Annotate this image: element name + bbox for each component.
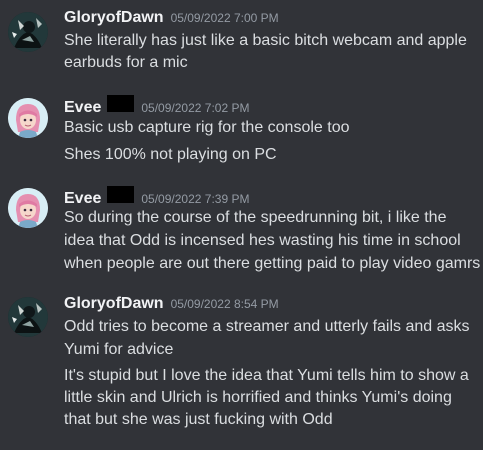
username[interactable]: Evee <box>64 190 101 208</box>
username[interactable]: Evee <box>64 99 101 117</box>
message-text: earbuds for a mic <box>64 54 188 71</box>
timestamp[interactable]: 05/09/2022 7:02 PM <box>141 101 249 115</box>
pink-hair-girl-avatar-icon <box>8 98 48 138</box>
avatar[interactable] <box>8 12 48 52</box>
avatar[interactable] <box>8 297 48 337</box>
timestamp[interactable]: 05/09/2022 7:00 PM <box>171 11 279 25</box>
timestamp[interactable]: 05/09/2022 8:54 PM <box>171 297 279 311</box>
dark-figure-avatar-icon <box>8 297 48 337</box>
username[interactable]: GloryofDawn <box>64 295 164 313</box>
message-text: idea that Odd is incensed hes wasting hi… <box>64 232 461 249</box>
redaction-bar <box>107 186 135 203</box>
message-text: Shes 100% not playing on PC <box>64 146 277 163</box>
message-text: She literally has just like a basic bitc… <box>64 32 467 49</box>
avatar[interactable] <box>8 98 48 138</box>
avatar[interactable] <box>8 188 48 228</box>
timestamp[interactable]: 05/09/2022 7:39 PM <box>141 192 249 206</box>
message-text: Yumi for advice <box>64 341 174 358</box>
redaction-bar <box>107 95 135 112</box>
username[interactable]: GloryofDawn <box>64 9 164 27</box>
message-text: Basic usb capture rig for the console to… <box>64 119 350 136</box>
message-text: that but she was just fucking with Odd <box>64 411 333 428</box>
pink-hair-girl-avatar-icon <box>8 188 48 228</box>
message-text: little skin and Ulrich is horrified and … <box>64 389 452 406</box>
dark-figure-avatar-icon <box>8 12 48 52</box>
message-text: when people are out there getting paid t… <box>64 255 481 272</box>
message-text: Odd tries to become a streamer and utter… <box>64 318 470 335</box>
message-text: So during the course of the speedrunning… <box>64 209 447 226</box>
message-text: It's stupid but I love the idea that Yum… <box>64 367 469 384</box>
